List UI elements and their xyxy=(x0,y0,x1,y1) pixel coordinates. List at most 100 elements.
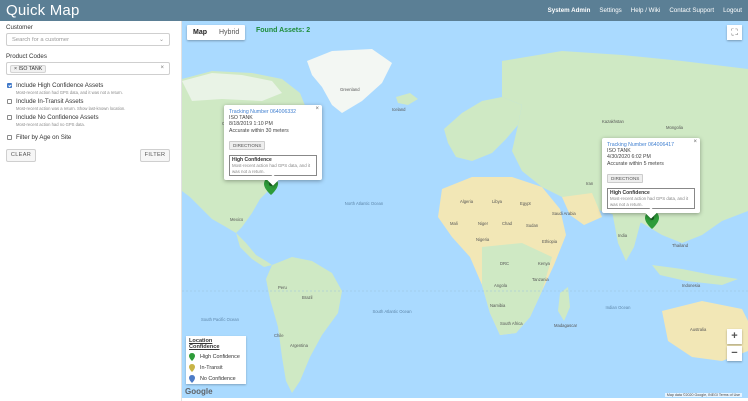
map-canvas[interactable]: Greenland Iceland Canada United States M… xyxy=(182,21,748,398)
customer-select[interactable]: Search for a customer ⌄ xyxy=(6,33,170,46)
location-confidence-legend: Location Confidence High Confidence In-T… xyxy=(186,336,246,384)
zoom-in-button[interactable]: + xyxy=(727,329,742,344)
google-logo: Google xyxy=(185,387,213,396)
top-nav: System Admin Settings Help / Wiki Contac… xyxy=(539,7,742,14)
directions-button[interactable]: DIRECTIONS xyxy=(229,141,266,151)
zoom-out-button[interactable]: − xyxy=(727,346,742,361)
product-codes-select[interactable]: × ISO TANK × xyxy=(6,62,170,75)
legend-label: In-Transit xyxy=(200,365,223,371)
checkbox-filter-age[interactable] xyxy=(7,135,12,140)
option-title: Include In-Transit Assets xyxy=(16,98,84,105)
contact-support-link[interactable]: Contact Support xyxy=(669,7,714,14)
label-kenya: Kenya xyxy=(538,261,550,266)
customer-placeholder: Search for a customer xyxy=(12,36,70,43)
label-india: India xyxy=(618,233,628,238)
option-title: Filter by Age on Site xyxy=(16,134,72,141)
label-mongolia: Mongolia xyxy=(666,125,683,130)
label-iceland: Iceland xyxy=(392,107,406,112)
label-nigeria: Nigeria xyxy=(476,237,490,242)
popup-line: Accurate within 5 meters xyxy=(607,160,664,167)
green-pin-icon xyxy=(189,353,195,361)
label-niger: Niger xyxy=(478,221,489,226)
confidence-desc: Most-recent action had GPS data, and it … xyxy=(610,196,689,207)
filter-sidebar: Customer Search for a customer ⌄ Product… xyxy=(0,21,182,401)
confidence-desc: Most-recent action had GPS data, and it … xyxy=(232,163,311,174)
label-chad: Chad xyxy=(502,221,513,226)
label-south-pacific: South Pacific Ocean xyxy=(201,317,239,322)
found-assets-count: Found Assets: 2 xyxy=(256,27,311,34)
legend-title: Location Confidence xyxy=(189,338,220,350)
label-libya: Libya xyxy=(492,199,503,204)
label-greenland: Greenland xyxy=(340,87,360,92)
option-filter-age[interactable]: Filter by Age on Site xyxy=(7,134,71,141)
user-menu[interactable]: System Admin xyxy=(548,7,591,14)
checkbox-high-confidence[interactable] xyxy=(7,83,12,88)
option-desc: Most-recent action had GPS data, and it … xyxy=(16,90,123,95)
clear-selection-icon[interactable]: × xyxy=(160,65,164,71)
confidence-box: High Confidence Most-recent action had G… xyxy=(607,188,695,210)
label-iran: Iran xyxy=(586,181,594,186)
option-desc: Most-recent action had no GPS data. xyxy=(16,122,85,127)
label-drc: DRC xyxy=(500,261,510,266)
label-mali: Mali xyxy=(450,221,458,226)
map-type-hybrid[interactable]: Hybrid xyxy=(213,25,245,40)
legend-label: High Confidence xyxy=(200,354,240,360)
blue-pin-icon xyxy=(189,375,195,383)
map-attribution[interactable]: Map data ©2020 Google, INEGI Terms of Us… xyxy=(664,393,742,397)
label-mexico: Mexico xyxy=(230,217,244,222)
map-type-control: Map Hybrid xyxy=(187,25,246,40)
label-sudan: Sudan xyxy=(526,223,539,228)
label-australia: Australia xyxy=(690,327,707,332)
label-indian-ocean: Indian Ocean xyxy=(605,305,631,310)
label-indonesia: Indonesia xyxy=(682,283,701,288)
product-chip-iso-tank[interactable]: × ISO TANK xyxy=(10,65,47,73)
checkbox-in-transit[interactable] xyxy=(7,99,12,104)
legend-item: No Confidence xyxy=(189,375,243,383)
label-namibia: Namibia xyxy=(490,303,506,308)
label-north-atlantic: North Atlantic Ocean xyxy=(344,201,384,206)
customer-label: Customer xyxy=(6,24,33,31)
label-ethiopia: Ethiopia xyxy=(542,239,558,244)
close-icon[interactable]: × xyxy=(693,139,697,145)
clear-button[interactable]: CLEAR xyxy=(6,149,36,162)
label-chile: Chile xyxy=(274,333,284,338)
legend-label: No Confidence xyxy=(200,376,236,382)
fullscreen-icon[interactable]: ⛶ xyxy=(727,25,742,40)
label-south-atlantic: South Atlantic Ocean xyxy=(372,309,412,314)
label-egypt: Egypt xyxy=(520,201,531,206)
label-brazil: Brazil xyxy=(302,295,313,300)
filter-button[interactable]: FILTER xyxy=(140,149,170,162)
close-icon[interactable]: × xyxy=(315,106,319,112)
option-title: Include No Confidence Assets xyxy=(16,114,99,121)
option-in-transit[interactable]: Include In-Transit Assets Most-recent ac… xyxy=(7,98,125,111)
label-thailand: Thailand xyxy=(672,243,689,248)
option-desc: Most-recent action was a return. Show la… xyxy=(16,106,126,111)
popup-line: Accurate within 30 meters xyxy=(229,127,289,134)
asset-popup-1: × Tracking Number 064006332 ISO TANK 8/1… xyxy=(224,105,322,187)
option-title: Include High Confidence Assets xyxy=(16,82,104,89)
legend-item: In-Transit xyxy=(189,364,243,372)
yellow-pin-icon xyxy=(189,364,195,372)
label-peru: Peru xyxy=(278,285,287,290)
asset-popup-2: × Tracking Number 064006417 ISO TANK 4/3… xyxy=(602,138,700,220)
product-codes-label: Product Codes xyxy=(6,53,47,60)
option-no-confidence[interactable]: Include No Confidence Assets Most-recent… xyxy=(7,114,99,127)
map-type-map[interactable]: Map xyxy=(187,25,213,40)
legend-item: High Confidence xyxy=(189,353,243,361)
confidence-box: High Confidence Most-recent action had G… xyxy=(229,155,317,177)
option-high-confidence[interactable]: Include High Confidence Assets Most-rece… xyxy=(7,82,123,95)
label-argentina: Argentina xyxy=(290,343,308,348)
label-angola: Angola xyxy=(494,283,508,288)
directions-button[interactable]: DIRECTIONS xyxy=(607,174,644,184)
label-tanzania: Tanzania xyxy=(532,277,549,282)
help-wiki-link[interactable]: Help / Wiki xyxy=(631,7,661,14)
label-algeria: Algeria xyxy=(460,199,474,204)
app-title: Quick Map xyxy=(6,2,80,19)
top-bar: Quick Map System Admin Settings Help / W… xyxy=(0,0,748,21)
checkbox-no-confidence[interactable] xyxy=(7,115,12,120)
chevron-down-icon: ⌄ xyxy=(158,37,164,43)
label-south-africa: South Africa xyxy=(500,321,523,326)
settings-link[interactable]: Settings xyxy=(599,7,621,14)
label-kazakhstan: Kazakhstan xyxy=(602,119,624,124)
logout-link[interactable]: Logout xyxy=(723,7,742,14)
